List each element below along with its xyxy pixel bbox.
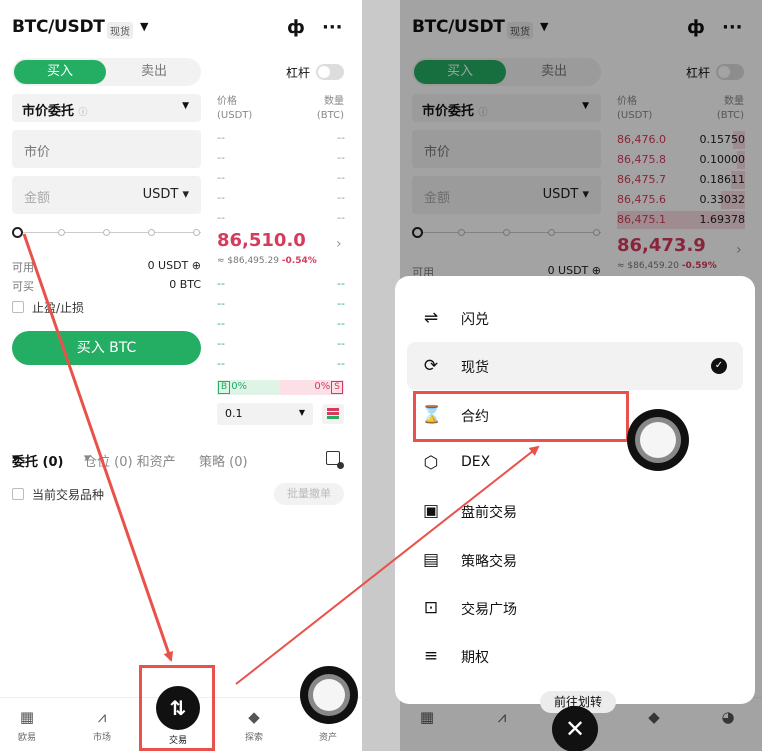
- arrow-to-trade-tab: [22, 233, 174, 662]
- arrow-to-futures-item: [235, 445, 540, 685]
- annotation-arrows: [22, 233, 540, 685]
